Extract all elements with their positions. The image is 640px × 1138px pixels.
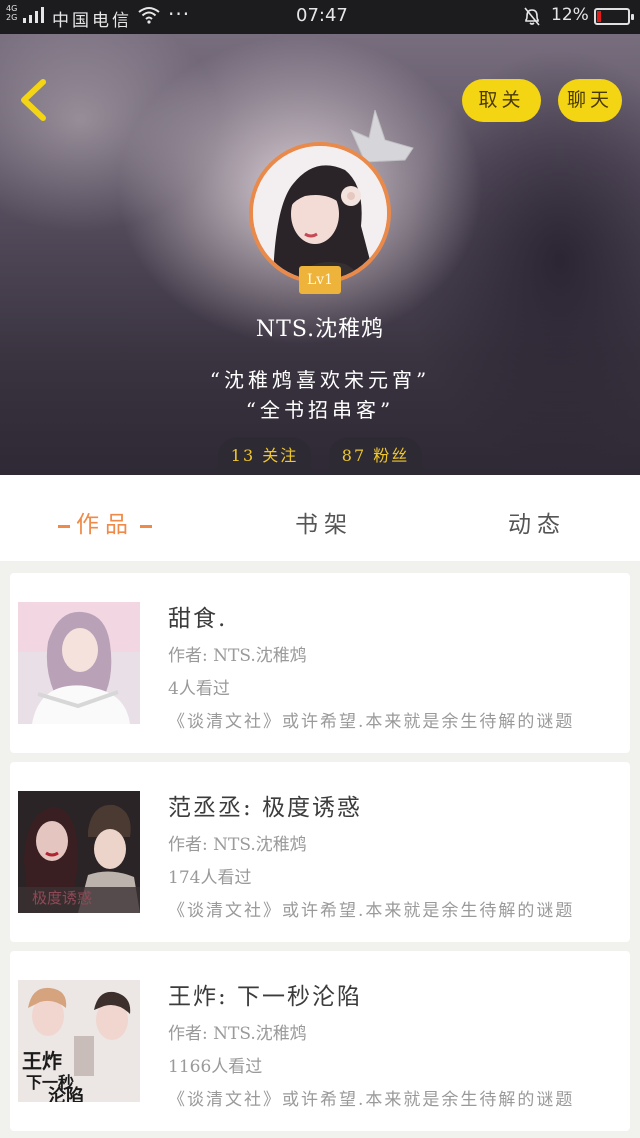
book-cover xyxy=(18,602,140,724)
following-count[interactable]: 13 关注 xyxy=(218,437,311,475)
work-card[interactable]: 王炸 下一秒 沦陷 王炸: 下一秒沦陷 作者: NTS.沈稚鸩 1166人看过 … xyxy=(10,951,630,1131)
avatar[interactable] xyxy=(249,142,391,284)
carrier-name: 中国电信 xyxy=(52,11,132,31)
work-views: 174人看过 xyxy=(168,868,252,888)
chat-button[interactable]: 聊天 xyxy=(558,79,622,122)
work-card[interactable]: 甜食. 作者: NTS.沈稚鸩 4人看过 《谈清文社》或许希望.本来就是余生待解… xyxy=(10,573,630,753)
work-card[interactable]: 极度诱惑 范丞丞: 极度诱惑 作者: NTS.沈稚鸩 174人看过 《谈清文社》… xyxy=(10,762,630,942)
tab-indicator-left xyxy=(58,524,70,528)
svg-text:极度诱惑: 极度诱惑 xyxy=(32,889,92,907)
battery-percent: 12% xyxy=(551,5,589,25)
level-badge: Lv1 xyxy=(299,266,341,294)
motto-line-1: “沈稚鸩喜欢宋元宵” xyxy=(209,368,431,392)
tab-activity[interactable]: 动态 xyxy=(508,505,566,539)
clock: 07:47 xyxy=(296,5,348,26)
status-bar: 4G 2G 中国电信 ··· 07:47 12% xyxy=(0,0,640,34)
network-type: 4G 2G xyxy=(6,4,18,22)
battery-icon xyxy=(594,8,634,25)
book-cover: 王炸 下一秒 沦陷 xyxy=(18,980,140,1102)
motto-line-2: “全书招串客” xyxy=(245,398,395,422)
work-title: 王炸: 下一秒沦陷 xyxy=(168,984,363,1010)
tab-indicator-right xyxy=(140,524,152,528)
tab-works[interactable]: 作品 xyxy=(52,505,158,539)
work-views: 1166人看过 xyxy=(168,1057,263,1077)
profile-header: 4G 2G 中国电信 ··· 07:47 12% 取关 聊天 Lv1 NTS.沈… xyxy=(0,0,640,475)
book-cover: 极度诱惑 xyxy=(18,791,140,913)
svg-text:沦陷: 沦陷 xyxy=(48,1085,84,1102)
signal-icon xyxy=(23,7,44,23)
back-chevron-icon[interactable] xyxy=(16,78,50,122)
svg-text:王炸: 王炸 xyxy=(22,1049,62,1073)
fans-count[interactable]: 87 粉丝 xyxy=(329,437,422,475)
tab-works-label: 作品 xyxy=(76,512,134,538)
tab-bookshelf[interactable]: 书架 xyxy=(295,505,353,539)
work-description: 《谈清文社》或许希望.本来就是余生待解的谜题 xyxy=(168,712,575,732)
avatar-image xyxy=(253,146,387,280)
work-author: 作者: NTS.沈稚鸩 xyxy=(168,646,307,666)
username: NTS.沈稚鸩 xyxy=(255,317,385,342)
work-author: 作者: NTS.沈稚鸩 xyxy=(168,835,307,855)
work-author: 作者: NTS.沈稚鸩 xyxy=(168,1024,307,1044)
tab-bookshelf-label: 书架 xyxy=(295,512,353,538)
work-description: 《谈清文社》或许希望.本来就是余生待解的谜题 xyxy=(168,901,575,921)
wifi-icon xyxy=(138,7,160,24)
work-views: 4人看过 xyxy=(168,679,230,699)
work-description: 《谈清文社》或许希望.本来就是余生待解的谜题 xyxy=(168,1090,575,1110)
bell-off-icon xyxy=(524,7,540,26)
work-title: 范丞丞: 极度诱惑 xyxy=(168,795,363,821)
tab-bar: 作品 书架 动态 xyxy=(0,475,640,561)
tab-activity-label: 动态 xyxy=(508,512,566,538)
work-title: 甜食. xyxy=(168,606,228,632)
unfollow-button[interactable]: 取关 xyxy=(462,79,541,122)
more-dots: ··· xyxy=(168,2,191,26)
